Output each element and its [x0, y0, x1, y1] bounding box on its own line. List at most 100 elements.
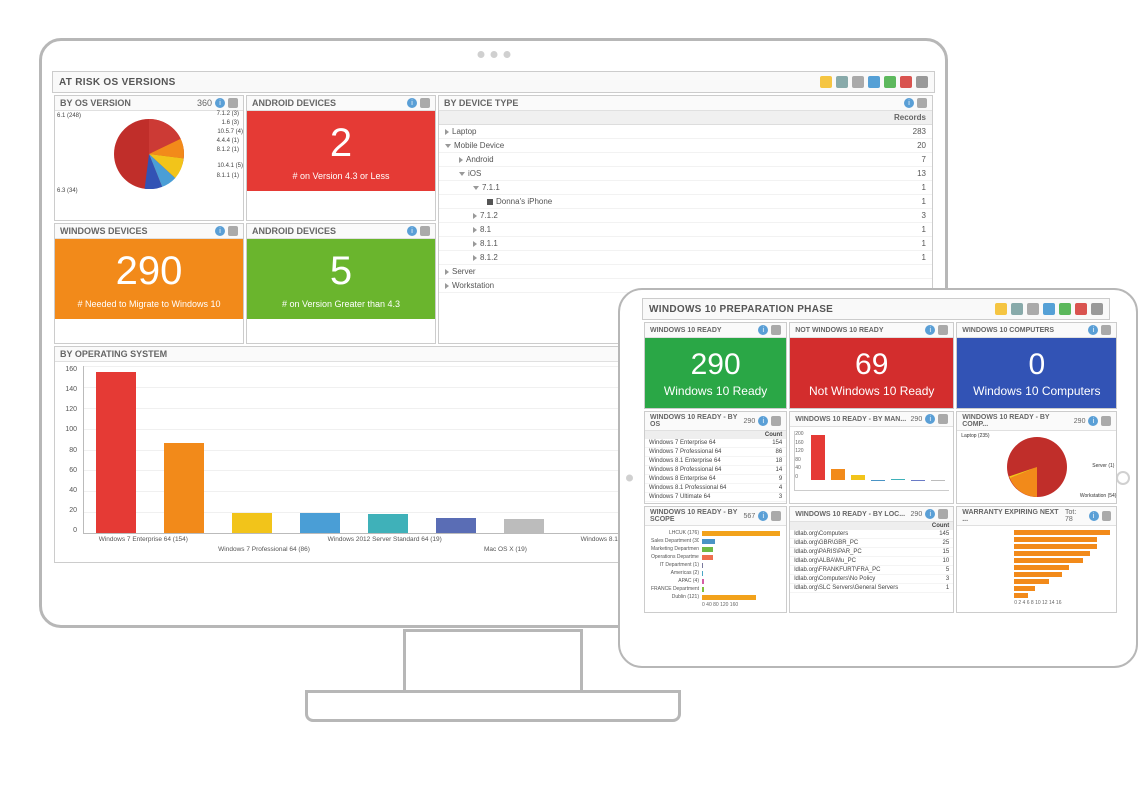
bar[interactable]	[436, 518, 476, 533]
settings-icon[interactable]	[1091, 303, 1103, 315]
hbar-row[interactable]: LHCUK (176)	[651, 530, 780, 536]
metric-win10-computers[interactable]: 0 Windows 10 Computers	[957, 338, 1116, 408]
grid-icon[interactable]	[852, 76, 864, 88]
table-row[interactable]: Windows 8.1 Enterprise 6418	[645, 457, 786, 466]
table-row[interactable]: Windows 7 Enterprise 64154	[645, 439, 786, 448]
refresh-icon[interactable]	[1059, 303, 1071, 315]
hbar-row[interactable]	[963, 579, 1110, 584]
tree-row[interactable]: 8.1.11	[439, 237, 932, 251]
grid-icon[interactable]	[1027, 303, 1039, 315]
expand-icon[interactable]	[445, 283, 449, 289]
table-row[interactable]: Windows 7 Professional 6486	[645, 448, 786, 457]
table-row[interactable]: Windows 8.1 Professional 644	[645, 484, 786, 493]
tree-row[interactable]: Server	[439, 265, 932, 279]
star-icon[interactable]	[995, 303, 1007, 315]
warranty-hbar-chart[interactable]: 0 2 4 6 8 10 12 14 16	[957, 526, 1116, 610]
info-icon[interactable]: i	[904, 98, 914, 108]
bar[interactable]	[368, 514, 408, 533]
metric-windows-devices[interactable]: 290 # Needed to Migrate to Windows 10	[55, 239, 243, 319]
link-icon[interactable]	[771, 325, 781, 335]
hbar-row[interactable]: Sales Department (30)	[651, 538, 780, 544]
hbar-row[interactable]: Operations Department (24)	[651, 554, 780, 560]
info-icon[interactable]: i	[758, 416, 768, 426]
table-row[interactable]: ldlab.org\GBR\GBR_PC25	[790, 539, 953, 548]
link-icon[interactable]	[938, 414, 948, 424]
expand-icon[interactable]	[445, 269, 449, 275]
info-icon[interactable]: i	[758, 511, 768, 521]
link-icon[interactable]	[228, 226, 238, 236]
table-row[interactable]: ldlab.org\Computers\No Policy3	[790, 575, 953, 584]
info-icon[interactable]: i	[925, 414, 935, 424]
globe-icon[interactable]	[868, 76, 880, 88]
tree-row[interactable]: iOS13	[439, 167, 932, 181]
link-icon[interactable]	[938, 325, 948, 335]
hbar-row[interactable]: Dublin (121)	[651, 594, 780, 600]
expand-icon[interactable]	[445, 144, 451, 148]
globe-icon[interactable]	[1043, 303, 1055, 315]
expand-icon[interactable]	[473, 227, 477, 233]
expand-icon[interactable]	[445, 129, 449, 135]
expand-icon[interactable]	[473, 213, 477, 219]
link-icon[interactable]	[1101, 416, 1111, 426]
tree-row[interactable]: 7.1.11	[439, 181, 932, 195]
bar[interactable]	[232, 513, 272, 533]
expand-icon[interactable]	[487, 199, 493, 205]
info-icon[interactable]: i	[407, 226, 417, 236]
table-row[interactable]: Windows 8 Enterprise 649	[645, 475, 786, 484]
tree-row[interactable]: 8.11	[439, 223, 932, 237]
expand-icon[interactable]	[473, 255, 477, 261]
hbar-row[interactable]: Americas (2)	[651, 570, 780, 576]
bar[interactable]	[811, 435, 825, 480]
settings-icon[interactable]	[916, 76, 928, 88]
hbar-row[interactable]	[963, 551, 1110, 556]
bar[interactable]	[300, 513, 340, 533]
star-icon[interactable]	[820, 76, 832, 88]
expand-icon[interactable]	[459, 157, 463, 163]
link-icon[interactable]	[420, 226, 430, 236]
bar[interactable]	[831, 469, 845, 480]
info-icon[interactable]: i	[215, 98, 225, 108]
user-icon[interactable]	[1075, 303, 1087, 315]
hbar-row[interactable]	[963, 530, 1110, 535]
filter-icon[interactable]	[1011, 303, 1023, 315]
tree-row[interactable]: Laptop283	[439, 125, 932, 139]
info-icon[interactable]: i	[1088, 325, 1098, 335]
metric-win10-ready[interactable]: 290 Windows 10 Ready	[645, 338, 786, 408]
ready-by-os-table[interactable]: Count Windows 7 Enterprise 64154Windows …	[645, 431, 786, 502]
hbar-row[interactable]	[963, 537, 1110, 542]
pie-chart-comp-type[interactable]: Laptop (235) Server (1) Workstation (54)	[957, 431, 1116, 503]
tablet-home-button[interactable]	[1116, 471, 1130, 485]
metric-android-gt43[interactable]: 5 # on Version Greater than 4.3	[247, 239, 435, 319]
bar[interactable]	[504, 519, 544, 533]
table-row[interactable]: ldlab.org\Computers145	[790, 530, 953, 539]
bar[interactable]	[851, 475, 865, 480]
table-row[interactable]: Windows 7 Ultimate 643	[645, 493, 786, 502]
link-icon[interactable]	[420, 98, 430, 108]
bar[interactable]	[96, 372, 136, 533]
hbar-row[interactable]	[963, 565, 1110, 570]
hbar-row[interactable]	[963, 558, 1110, 563]
table-row[interactable]: ldlab.org\SLC Servers\General Servers1	[790, 584, 953, 593]
pie-chart-os-version[interactable]: 6.1 (248) 7.1.2 (3) 1.6 (3) 10.5.7 (4) 4…	[55, 111, 243, 196]
manufacturer-bar-chart[interactable]: 20016012080400	[794, 431, 949, 491]
table-row[interactable]: ldlab.org\FRANKFURT\FRA_PC5	[790, 566, 953, 575]
hbar-row[interactable]	[963, 586, 1110, 591]
hbar-row[interactable]: FRANCE Department (5)	[651, 586, 780, 592]
link-icon[interactable]	[1102, 511, 1112, 521]
hbar-row[interactable]	[963, 572, 1110, 577]
link-icon[interactable]	[917, 98, 927, 108]
user-icon[interactable]	[900, 76, 912, 88]
table-row[interactable]: ldlab.org\ALBA\Mu_PC10	[790, 557, 953, 566]
link-icon[interactable]	[1101, 325, 1111, 335]
hbar-row[interactable]	[963, 593, 1110, 598]
hbar-row[interactable]: APAC (4)	[651, 578, 780, 584]
link-icon[interactable]	[228, 98, 238, 108]
expand-icon[interactable]	[459, 172, 465, 176]
table-row[interactable]: Windows 8 Professional 6414	[645, 466, 786, 475]
info-icon[interactable]: i	[925, 509, 935, 519]
bar[interactable]	[891, 479, 905, 480]
link-icon[interactable]	[938, 509, 948, 519]
metric-android-43[interactable]: 2 # on Version 4.3 or Less	[247, 111, 435, 191]
info-icon[interactable]: i	[1088, 416, 1098, 426]
tree-row[interactable]: Android7	[439, 153, 932, 167]
